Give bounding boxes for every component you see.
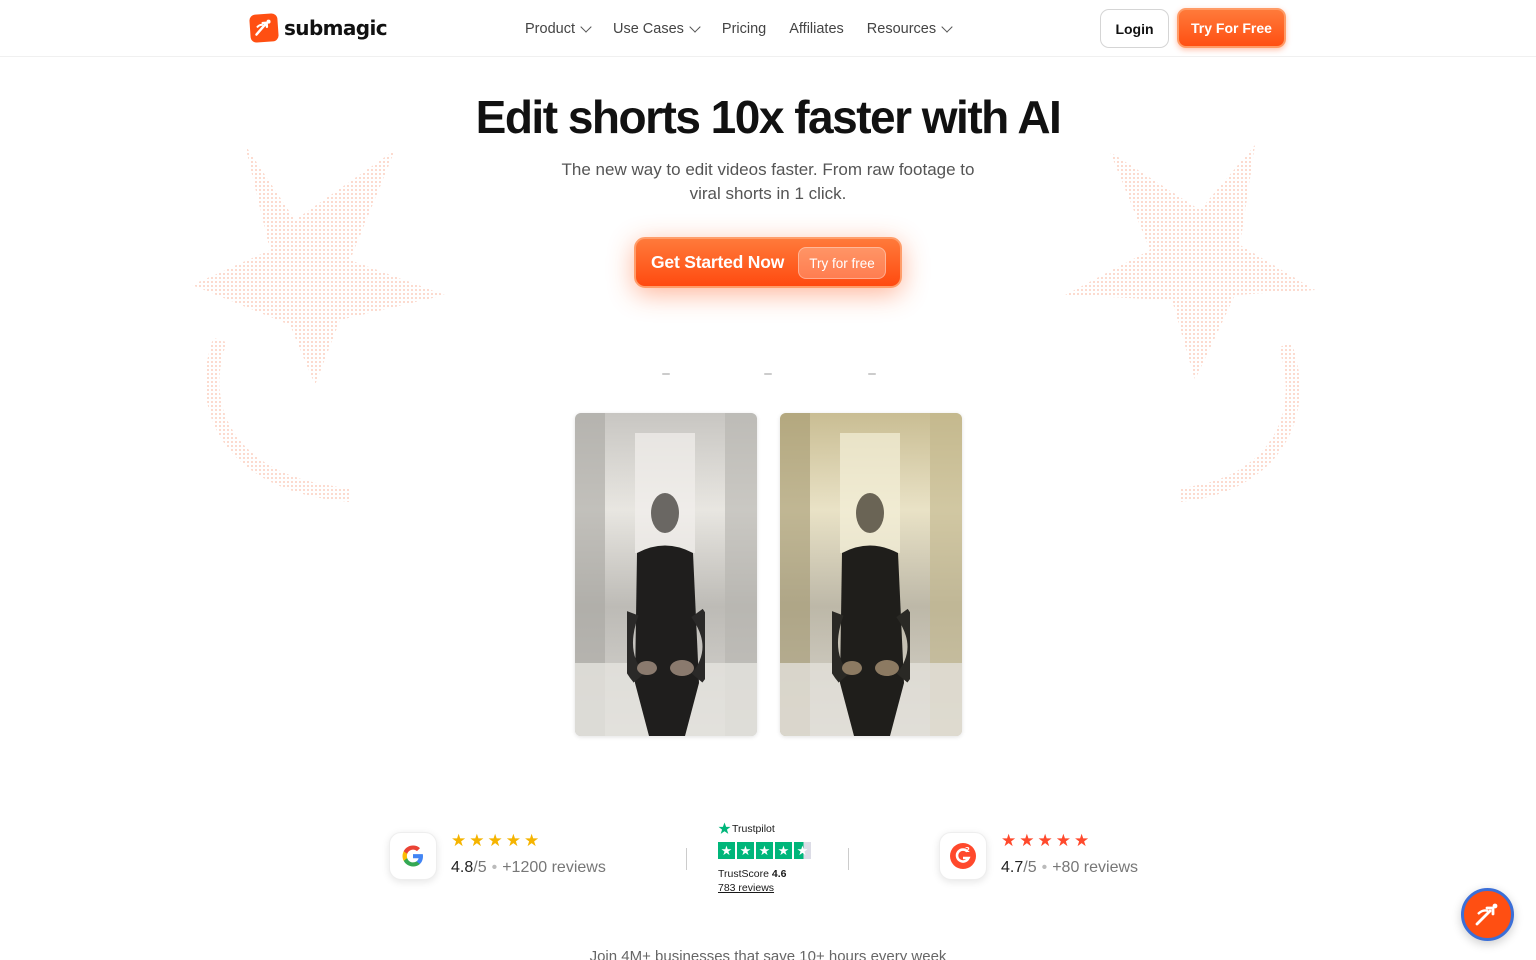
g2-rating-stars: ★ ★ ★ ★ ★ <box>1001 832 1089 849</box>
after-video[interactable] <box>780 413 962 736</box>
star-icon: ★ <box>1037 831 1053 850</box>
trustpilot-star-box: ★ <box>756 842 773 859</box>
decorative-star-right <box>1065 145 1315 502</box>
google-rating-value: 4.8 <box>451 859 474 876</box>
main-menu: Product Use Cases Pricing Affiliates Res… <box>525 18 974 40</box>
star-icon: ★ <box>524 831 540 850</box>
brand-logo[interactable]: submagic <box>249 13 388 43</box>
person-figure <box>627 493 705 736</box>
svg-text:2: 2 <box>965 846 970 854</box>
star-icon: ★ <box>1019 831 1035 850</box>
g2-icon: 2 <box>939 832 987 880</box>
menu-label: Pricing <box>721 21 767 37</box>
person-figure <box>832 493 910 736</box>
star-icon: ★ <box>1001 831 1017 850</box>
menu-label: Affiliates <box>789 21 844 37</box>
g2-rating-value: 4.7 <box>1001 859 1024 876</box>
star-icon: ★ <box>487 831 503 850</box>
trustpilot-score: TrustScore 4.6 <box>718 868 787 880</box>
menu-item-affiliates[interactable]: Affiliates <box>789 18 844 40</box>
cta-label: Get Started Now <box>651 252 785 272</box>
divider <box>848 848 849 870</box>
menu-item-resources[interactable]: Resources <box>866 18 953 40</box>
star-icon: ★ <box>505 831 521 850</box>
google-rating-scale: /5 <box>473 859 487 876</box>
chat-icon[interactable] <box>1461 888 1514 941</box>
trustpilot-reviews-link[interactable]: 783 reviews <box>718 882 774 894</box>
star-icon: ★ <box>1055 831 1071 850</box>
menu-item-pricing[interactable]: Pricing <box>722 18 766 40</box>
separator-dot: • <box>1041 859 1048 876</box>
login-button[interactable]: Login <box>1100 9 1169 48</box>
menu-item-use-cases[interactable]: Use Cases <box>612 18 701 40</box>
g2-review-count: +80 reviews <box>1052 859 1139 876</box>
trustpilot-star-icon <box>718 822 731 834</box>
trustpilot-star-box: ★ <box>794 842 811 859</box>
google-rating-stars: ★ ★ ★ ★ ★ <box>451 832 539 849</box>
star-icon: ★ <box>1074 831 1090 850</box>
submagic-logo-icon <box>249 13 279 43</box>
divider-dash <box>764 373 772 375</box>
star-icon: ★ <box>451 831 467 850</box>
menu-label: Use Cases <box>612 21 684 37</box>
social-proof-text: Join 4M+ businesses that save 10+ hours … <box>589 948 947 960</box>
g2-rating-text: 4.7/5 • +80 reviews <box>1001 859 1138 877</box>
chevron-down-icon <box>941 21 953 33</box>
try-for-free-button[interactable]: Try For Free <box>1177 8 1286 48</box>
divider-dash <box>662 373 670 375</box>
google-icon <box>389 832 437 880</box>
cta-pill: Try for free <box>798 247 886 279</box>
trustpilot-star-box: ★ <box>775 842 792 859</box>
menu-item-product[interactable]: Product <box>525 18 592 40</box>
chevron-down-icon <box>580 21 592 33</box>
divider <box>686 848 687 870</box>
trustpilot-stars: ★ ★ ★ ★ ★ <box>718 842 811 859</box>
divider-dash <box>868 373 876 375</box>
get-started-button[interactable]: Get Started Now Try for free <box>634 237 902 288</box>
trustscore-value: 4.6 <box>771 868 787 880</box>
g2-rating-scale: /5 <box>1023 859 1037 876</box>
trustpilot-star-box: ★ <box>737 842 754 859</box>
google-rating-text: 4.8/5 • +1200 reviews <box>451 859 606 877</box>
menu-label: Resources <box>866 21 937 37</box>
top-navbar: submagic Product Use Cases Pricing Affil… <box>0 0 1536 57</box>
decorative-star-left <box>192 145 445 502</box>
trustpilot-star-box: ★ <box>718 842 735 859</box>
star-icon: ★ <box>469 831 485 850</box>
hero-subtitle: The new way to edit videos faster. From … <box>561 160 975 203</box>
google-review-count: +1200 reviews <box>502 859 606 876</box>
menu-label: Product <box>525 21 575 37</box>
trustpilot-name: Trustpilot <box>732 823 775 835</box>
hero-title: Edit shorts 10x faster with AI <box>475 91 1062 143</box>
chat-logo-glyph <box>1475 903 1497 925</box>
separator-dot: • <box>491 859 498 876</box>
chevron-down-icon <box>689 21 701 33</box>
brand-name: submagic <box>284 16 388 40</box>
before-video[interactable] <box>575 413 757 736</box>
trustscore-label: TrustScore <box>718 868 769 880</box>
